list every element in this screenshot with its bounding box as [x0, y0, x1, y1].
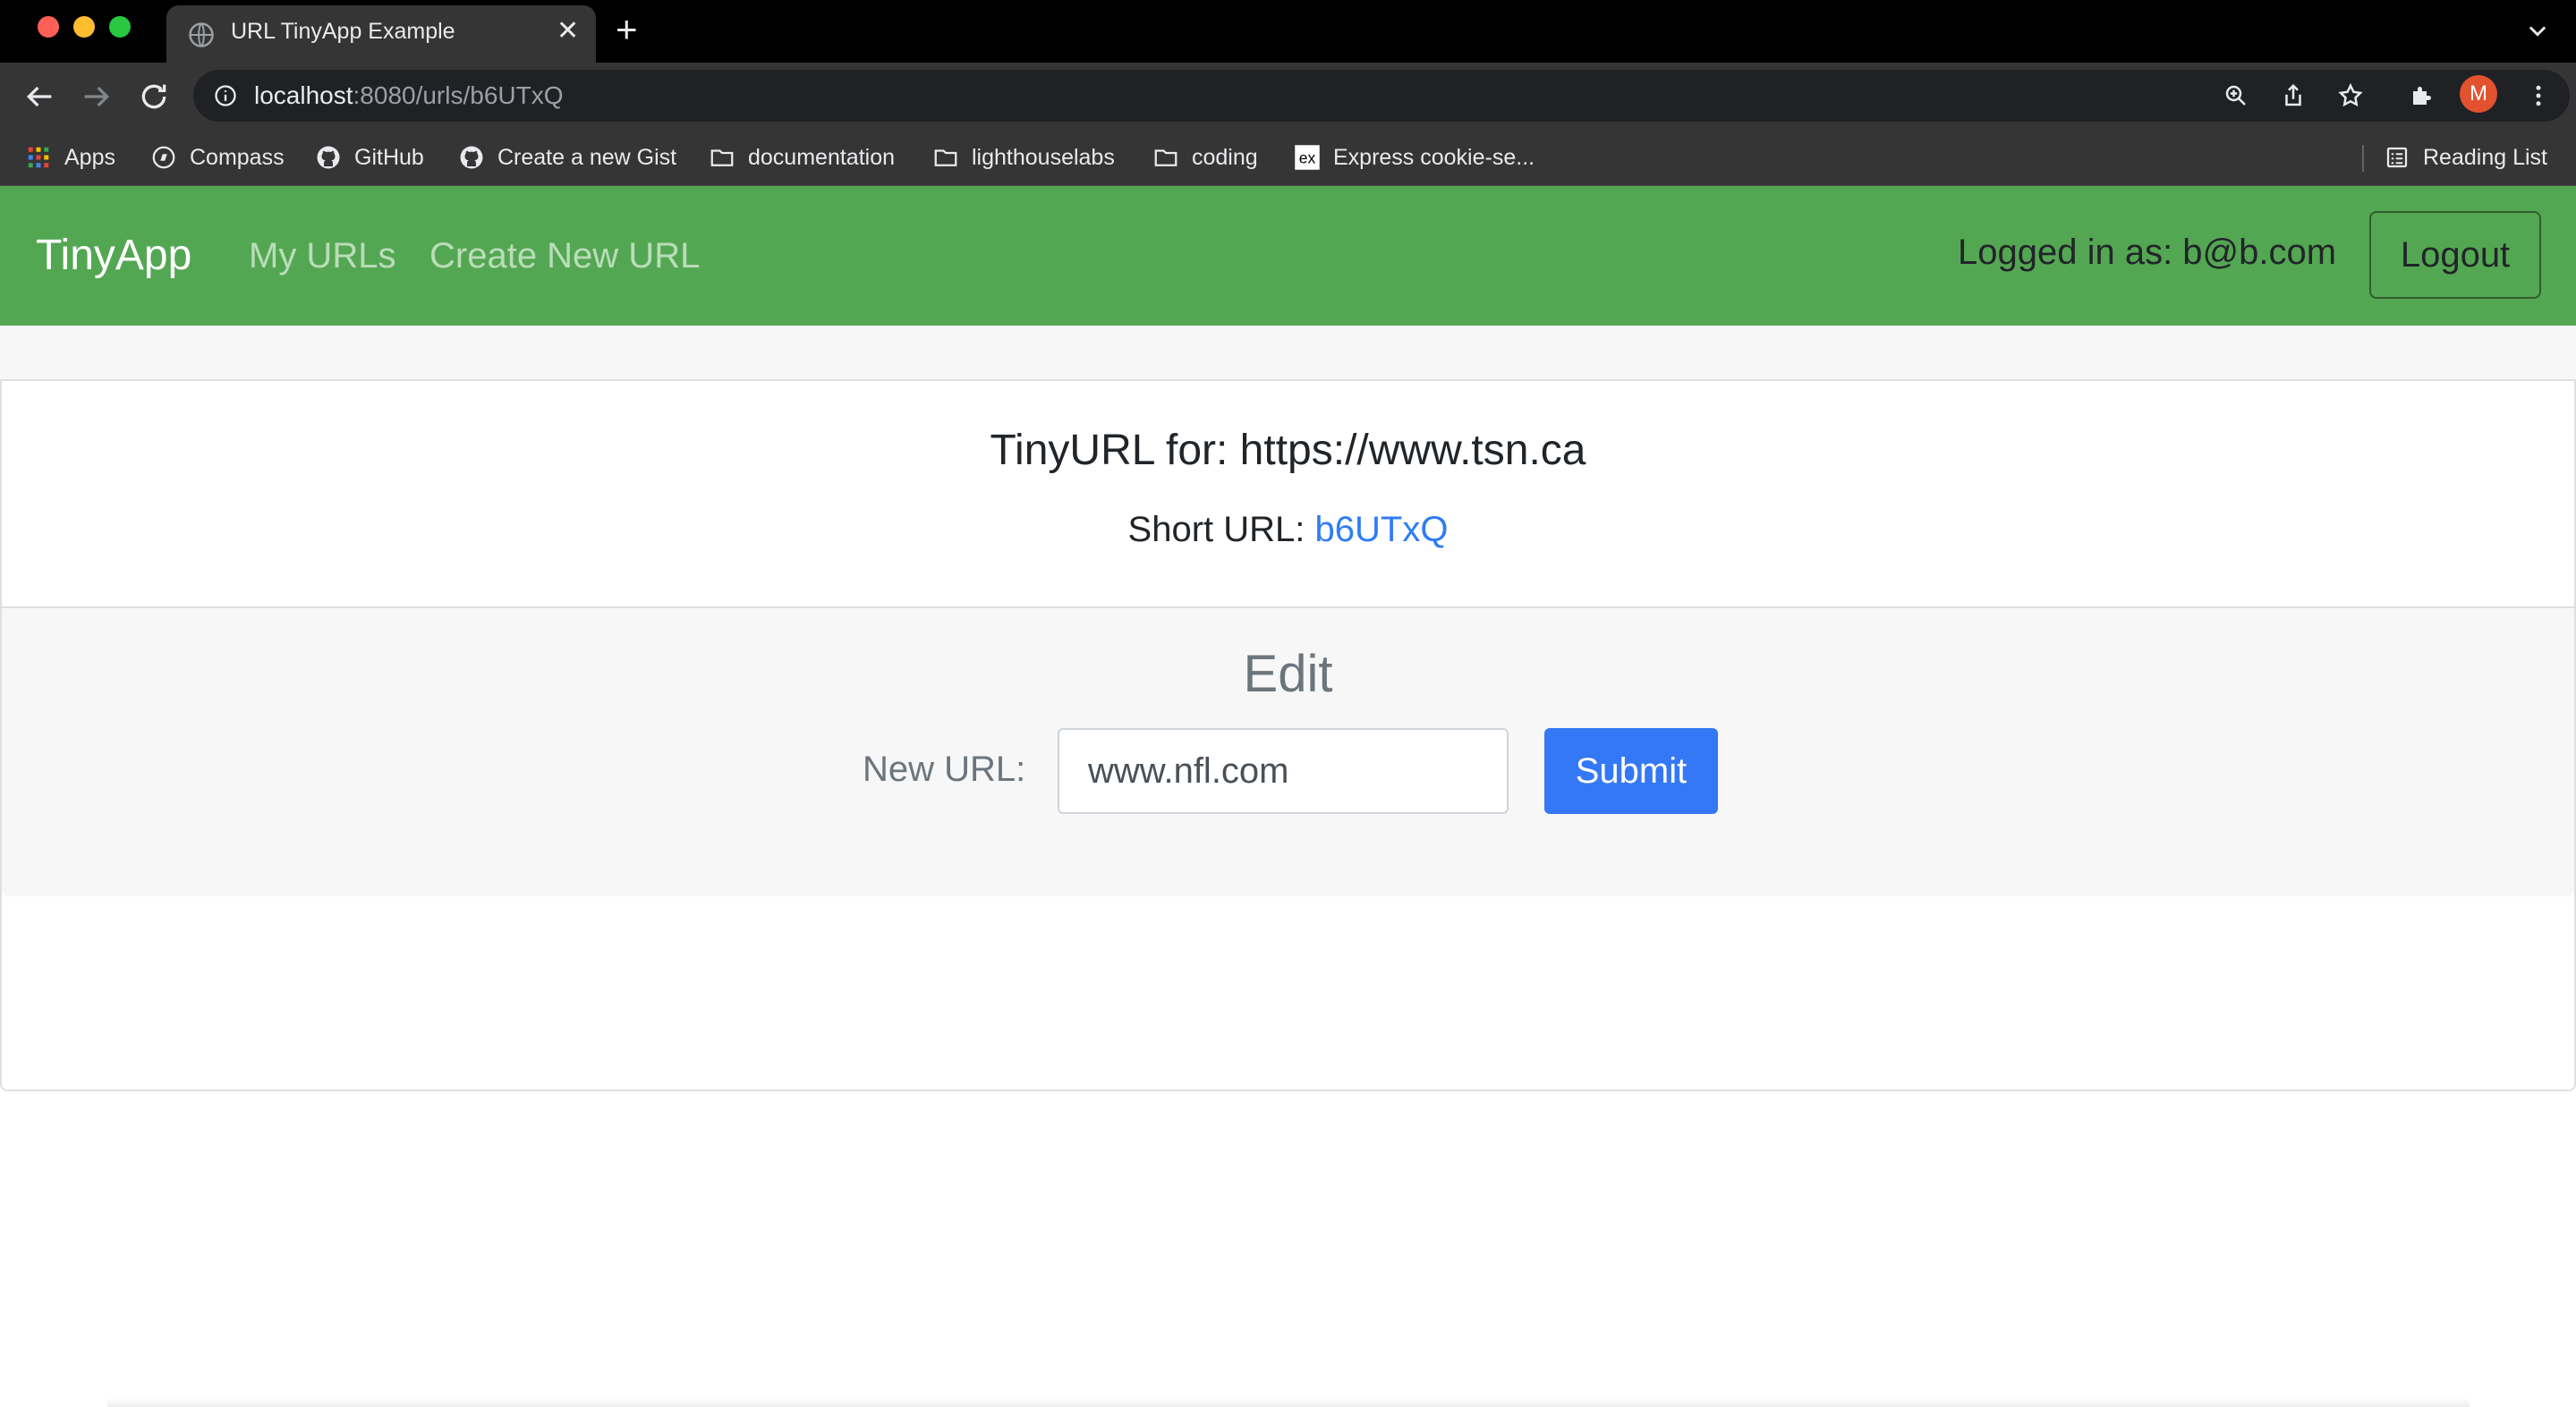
card-title: TinyURL for: https://www.tsn.ca [990, 427, 1586, 474]
bookmark-github[interactable]: GitHub [315, 141, 424, 174]
card-body: TinyURL for: https://www.tsn.ca Short UR… [2, 381, 2574, 606]
folder-icon [710, 149, 734, 166]
site-info-icon[interactable] [213, 83, 238, 108]
page-content: TinyApp My URLs Create New URL Logged in… [0, 186, 2576, 1407]
bookmark-label: Apps [64, 144, 115, 170]
bookmark-label: GitHub [354, 144, 424, 170]
tab-search-chevron-icon[interactable] [2525, 18, 2550, 43]
logout-button[interactable]: Logout [2369, 211, 2541, 299]
browser-tab[interactable]: URL TinyApp Example ✕ [166, 5, 596, 63]
globe-icon [189, 22, 214, 47]
short-url-line: Short URL: b6UTxQ [2, 510, 2574, 550]
back-arrow-icon [26, 86, 52, 107]
bookmark-compass[interactable]: Compass [150, 141, 285, 174]
bookmark-label: documentation [748, 144, 896, 170]
more-menu-icon[interactable] [2525, 82, 2552, 109]
tab-title: URL TinyApp Example [231, 19, 455, 44]
short-url-link[interactable]: b6UTxQ [1315, 510, 1449, 549]
back-button[interactable] [21, 79, 57, 114]
profile-avatar[interactable]: M [2460, 75, 2497, 113]
nav-my-urls[interactable]: My URLs [249, 236, 395, 276]
forward-button[interactable] [79, 79, 115, 114]
bookmark-label: coding [1192, 144, 1258, 170]
bookmark-coding[interactable]: coding [1152, 141, 1258, 174]
reading-list-label: Reading List [2423, 144, 2547, 170]
bookmark-label: Compass [190, 144, 285, 170]
edit-section: Edit New URL: Submit [2, 606, 2574, 896]
github-icon [317, 146, 340, 169]
short-url-label: Short URL: [1127, 510, 1315, 549]
close-window-button[interactable] [38, 16, 59, 38]
bookmark-label: Express cookie-se... [1333, 144, 1535, 170]
github-icon [460, 146, 483, 169]
bookmark-documentation[interactable]: documentation [709, 141, 895, 174]
new-url-label: New URL: [863, 750, 1026, 789]
reload-icon [141, 84, 166, 109]
zoom-icon[interactable] [2223, 82, 2249, 109]
address-bar[interactable]: localhost:8080/urls/b6UTxQ [193, 70, 2570, 122]
bookmark-label: Create a new Gist [497, 144, 677, 170]
folder-icon [1154, 149, 1177, 166]
minimize-window-button[interactable] [73, 16, 95, 38]
share-icon[interactable] [2280, 82, 2307, 109]
brand-logo[interactable]: TinyApp [36, 231, 191, 280]
bookmark-lighthouselabs[interactable]: lighthouselabs [932, 141, 1115, 174]
browser-toolbar: localhost:8080/urls/b6UTxQ M [0, 63, 2576, 129]
bookmark-apps[interactable]: Apps [25, 141, 115, 174]
logged-in-status: Logged in as: b@b.com [1958, 233, 2337, 272]
folder-icon [934, 149, 957, 166]
compass-icon [152, 146, 175, 169]
bookmark-express-cookie[interactable]: ex Express cookie-se... [1294, 141, 1535, 174]
bookmark-create-gist[interactable]: Create a new Gist [458, 141, 676, 174]
new-url-input[interactable] [1058, 728, 1509, 814]
edit-heading: Edit [1243, 645, 1333, 703]
svg-text:ex: ex [1299, 148, 1316, 166]
bookmarks-separator [2362, 145, 2364, 172]
reading-list-button[interactable]: Reading List [2384, 141, 2547, 174]
bookmark-star-icon[interactable] [2337, 82, 2364, 109]
top-navbar: TinyApp My URLs Create New URL Logged in… [0, 186, 2576, 326]
forward-arrow-icon [84, 86, 110, 107]
new-tab-button[interactable]: + [616, 11, 638, 48]
browser-tab-bar: URL TinyApp Example ✕ + [0, 0, 2576, 63]
card-header [0, 326, 2576, 381]
bookmarks-bar: Apps Compass GitHub Create a new Gist do… [0, 129, 2576, 186]
reading-list-icon [2386, 147, 2408, 168]
close-tab-icon[interactable]: ✕ [557, 18, 579, 45]
bookmark-label: lighthouselabs [972, 144, 1115, 170]
maximize-window-button[interactable] [109, 16, 131, 38]
extensions-puzzle-icon[interactable] [2409, 82, 2436, 109]
url-card: TinyURL for: https://www.tsn.ca Short UR… [0, 381, 2576, 1091]
bottom-shadow [107, 1398, 2470, 1407]
submit-button[interactable]: Submit [1544, 728, 1718, 814]
apps-grid-icon [28, 147, 49, 168]
reload-button[interactable] [136, 79, 172, 114]
nav-create-new-url[interactable]: Create New URL [429, 236, 700, 276]
express-logo-icon: ex [1295, 145, 1320, 170]
address-url: localhost:8080/urls/b6UTxQ [254, 81, 564, 109]
